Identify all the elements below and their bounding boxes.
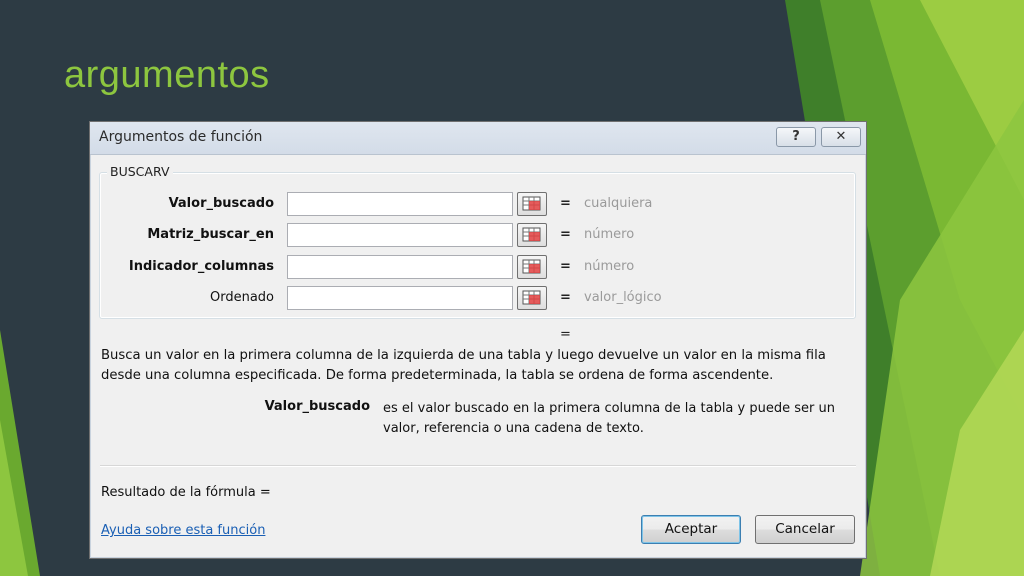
function-description: Busca un valor en la primera columna de … [101,348,826,383]
close-button[interactable]: ✕ [821,127,861,147]
valor-buscado-range-button[interactable] [517,192,547,216]
function-arguments-dialog: Argumentos de función ? ✕ BUSCARV Valor_… [89,121,867,559]
function-name-label: BUSCARV [107,164,173,179]
arg-hint-valor-buscado: cualquiera [584,196,653,211]
arg-hint-indicador-columnas: número [584,259,635,274]
matriz-buscar-en-range-button[interactable] [517,223,547,247]
cancel-button[interactable]: Cancelar [755,515,855,544]
matriz-buscar-en-input[interactable] [287,223,513,247]
divider [100,465,856,467]
indicador-columnas-input[interactable] [287,255,513,279]
arg-label-valor-buscado: Valor_buscado [168,196,274,211]
range-select-icon [522,227,541,242]
function-result-equals: = [560,327,571,342]
close-icon: ✕ [835,129,847,144]
help-link[interactable]: Ayuda sobre esta función [101,523,265,538]
slide-title: argumentos [64,54,270,96]
formula-result-label: Resultado de la fórmula = [101,485,271,500]
param-name: Valor_buscado [264,399,370,414]
arg-equals: = [560,227,571,242]
arg-equals: = [560,259,571,274]
range-select-icon [522,259,541,274]
range-select-icon [522,196,541,211]
range-select-icon [522,290,541,305]
arg-label-matriz-buscar-en: Matriz_buscar_en [147,227,274,242]
ordenado-range-button[interactable] [517,286,547,310]
ordenado-input[interactable] [287,286,513,310]
ok-button[interactable]: Aceptar [641,515,741,544]
param-description: es el valor buscado en la primera column… [383,401,835,436]
indicador-columnas-range-button[interactable] [517,255,547,279]
question-icon: ? [792,129,800,144]
arg-equals: = [560,196,571,211]
arg-label-indicador-columnas: Indicador_columnas [128,259,274,274]
arg-equals: = [560,290,571,305]
valor-buscado-input[interactable] [287,192,513,216]
arg-label-ordenado: Ordenado [209,290,274,305]
arg-hint-matriz-buscar-en: número [584,227,635,242]
help-button[interactable]: ? [776,127,816,147]
arg-hint-ordenado: valor_lógico [584,290,662,305]
dialog-titlebar[interactable]: Argumentos de función ? ✕ [90,122,866,155]
dialog-title: Argumentos de función [99,129,263,145]
